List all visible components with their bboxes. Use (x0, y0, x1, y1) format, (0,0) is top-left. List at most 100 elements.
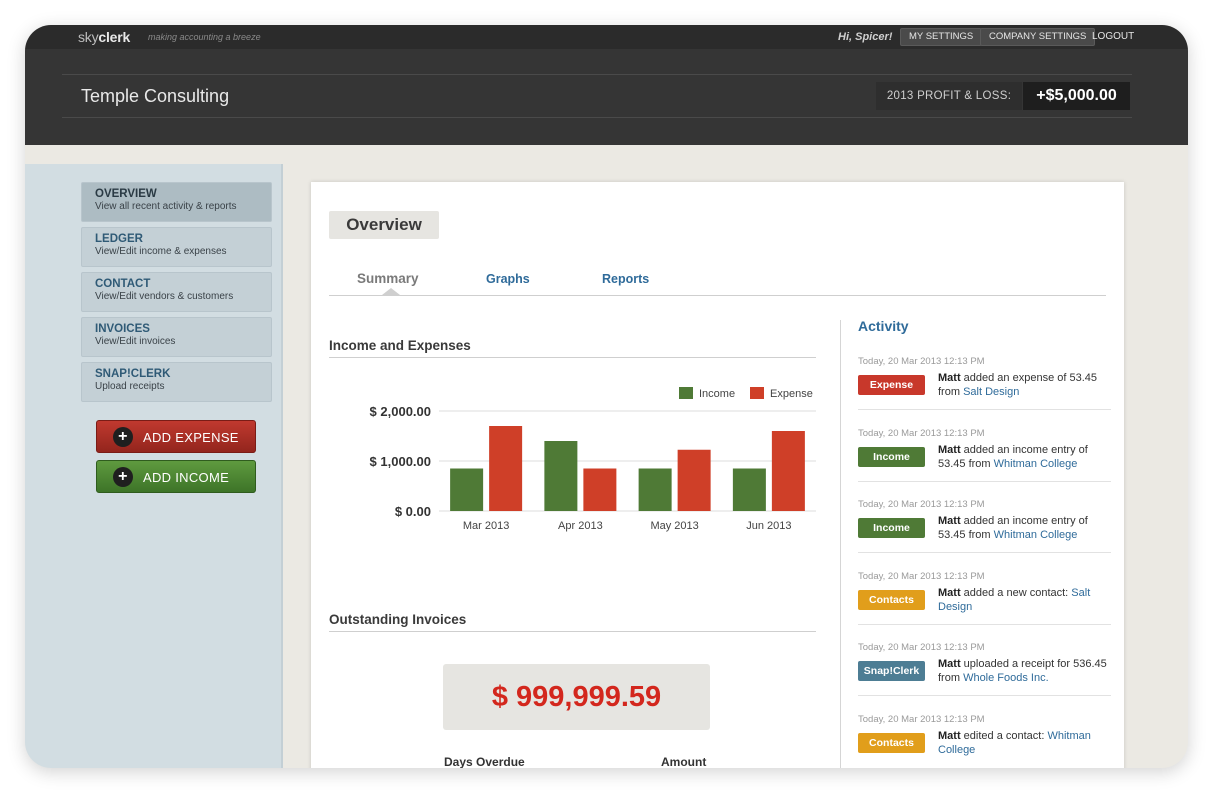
chart-bar-income[interactable] (544, 441, 578, 511)
chart-bar-income[interactable] (450, 468, 484, 512)
activity-link[interactable]: Whitman College (994, 458, 1078, 470)
activity-text: added a new contact: (960, 586, 1072, 599)
sidebar-item-overview[interactable]: OVERVIEW View all recent activity & repo… (81, 182, 272, 222)
tab-divider (329, 295, 1106, 296)
outstanding-invoices-title: Outstanding Invoices (329, 612, 467, 627)
activity-item: Today, 20 Mar 2013 12:13 PM Expense Matt a… (858, 356, 1111, 410)
company-header: Temple Consulting 2013 PROFIT & LOSS: +$… (25, 49, 1188, 145)
my-settings-button[interactable]: MY SETTINGS (900, 28, 983, 46)
company-settings-button[interactable]: COMPANY SETTINGS (980, 28, 1096, 46)
activity-separator (858, 409, 1111, 410)
activity-badge: Contacts (858, 732, 925, 753)
profit-loss-label: 2013 PROFIT & LOSS: (876, 82, 1022, 110)
activity-timestamp: Today, 20 Mar 2013 12:13 PM (858, 356, 985, 367)
sidebar-item-contact[interactable]: CONTACT View/Edit vendors & customers (81, 272, 272, 312)
chart-bar-expense[interactable] (583, 468, 617, 512)
chart-bar-expense[interactable] (677, 449, 711, 511)
add-income-button[interactable]: + ADD INCOME (96, 460, 256, 493)
sidebar-item-subtitle: Upload receipts (95, 381, 165, 392)
plus-icon: + (113, 427, 133, 447)
chart-bar-income[interactable] (638, 468, 672, 512)
activity-link[interactable]: Salt Design (963, 386, 1019, 398)
logout-link[interactable]: LOGOUT (1092, 31, 1134, 42)
chart-xtick-label: May 2013 (650, 520, 698, 532)
activity-badge: Income (858, 446, 925, 467)
sidebar-item-title: LEDGER (95, 233, 143, 245)
plus-icon: + (113, 467, 133, 487)
app-window: skyclerk making accounting a breeze Hi, … (25, 25, 1188, 768)
activity-separator (858, 623, 1111, 625)
activity-separator (858, 695, 1111, 696)
sidebar-item-invoices[interactable]: INVOICES View/Edit invoices (81, 317, 272, 357)
add-expense-label: ADD EXPENSE (143, 430, 239, 445)
sidebar-item-ledger[interactable]: LEDGER View/Edit income & expenses (81, 227, 272, 267)
top-bar: skyclerk making accounting a breeze Hi, … (25, 25, 1188, 49)
activity-badge: Expense (858, 375, 925, 395)
user-greeting: Hi, Spicer! (838, 31, 893, 43)
tab-graphs[interactable]: Graphs (486, 272, 530, 286)
activity-message: Matt added an income entry of 53.45 from… (938, 443, 1108, 471)
activity-link[interactable]: Whole Foods Inc. (963, 672, 1049, 684)
activity-timestamp: Today, 20 Mar 2013 12:13 PM (858, 570, 985, 582)
chart-bar-expense[interactable] (489, 426, 523, 511)
column-divider (840, 320, 841, 768)
chart-bar-income[interactable] (732, 468, 766, 512)
activity-user: Matt (938, 729, 961, 742)
main-card: Overview Summary Graphs Reports Income a… (311, 182, 1124, 768)
activity-message: Matt added an income entry of 53.45 from… (938, 514, 1108, 542)
sidebar-item-title: SNAP!CLERK (95, 368, 171, 380)
section-divider (329, 631, 816, 632)
income-expenses-title: Income and Expenses (329, 338, 471, 353)
activity-user: Matt (938, 586, 961, 599)
activity-message: Matt uploaded a receipt for 536.45 from … (938, 657, 1108, 685)
activity-item: Today, 20 Mar 2013 12:13 PM Income Matt ad… (858, 499, 1111, 553)
chart-bar-expense[interactable] (771, 431, 805, 511)
activity-timestamp: Today, 20 Mar 2013 12:13 PM (858, 713, 985, 725)
chart-ytick-label: $ 1,000.00 (370, 454, 431, 469)
chart-ytick-label: $ 2,000.00 (370, 404, 431, 419)
sidebar: OVERVIEW View all recent activity & repo… (25, 164, 283, 768)
legend-label: Income (699, 388, 735, 400)
profit-loss-value: +$5,000.00 (1023, 82, 1130, 110)
activity-user: Matt (938, 658, 961, 670)
column-header-amount: Amount (661, 755, 707, 768)
add-expense-button[interactable]: + ADD EXPENSE (96, 420, 256, 453)
header-divider (62, 74, 1132, 75)
section-divider (329, 357, 816, 358)
outstanding-total: $ 999,999.59 (443, 664, 710, 730)
legend-label: Expense (770, 388, 813, 400)
activity-title: Activity (858, 318, 909, 334)
legend-swatch (679, 387, 693, 399)
activity-item: Today, 20 Mar 2013 12:13 PM Contacts Matt … (858, 713, 1111, 756)
column-header-days-overdue: Days Overdue (444, 755, 525, 768)
activity-timestamp: Today, 20 Mar 2013 12:13 PM (858, 427, 985, 439)
sidebar-item-subtitle: View/Edit income & expenses (95, 246, 227, 257)
activity-separator (858, 552, 1111, 553)
chart-xtick-label: Apr 2013 (558, 520, 603, 532)
sidebar-item-title: OVERVIEW (95, 188, 157, 200)
activity-link[interactable]: Whitman College (994, 529, 1078, 541)
sidebar-item-snapclerk[interactable]: SNAP!CLERK Upload receipts (81, 362, 272, 402)
activity-timestamp: Today, 20 Mar 2013 12:13 PM (858, 642, 985, 653)
tab-reports[interactable]: Reports (602, 272, 649, 286)
tab-summary[interactable]: Summary (357, 271, 419, 286)
active-tab-indicator (382, 288, 400, 295)
activity-text: edited a contact: (960, 729, 1048, 742)
activity-user: Matt (938, 372, 961, 384)
activity-item: Today, 20 Mar 2013 12:13 PM Snap!Clerk Mat… (858, 642, 1111, 696)
sidebar-item-title: INVOICES (95, 323, 150, 335)
tagline: making accounting a breeze (148, 32, 261, 42)
activity-timestamp: Today, 20 Mar 2013 12:13 PM (858, 499, 985, 510)
activity-separator (858, 480, 1111, 482)
header-divider (62, 117, 1132, 118)
sidebar-item-subtitle: View all recent activity & reports (95, 201, 237, 212)
activity-badge: Contacts (858, 589, 925, 610)
activity-user: Matt (938, 515, 961, 527)
logo[interactable]: skyclerk (78, 29, 130, 45)
activity-badge: Snap!Clerk (858, 661, 925, 681)
sidebar-item-subtitle: View/Edit invoices (95, 336, 176, 347)
sidebar-item-title: CONTACT (95, 278, 151, 290)
chart-ytick-label: $ 0.00 (395, 504, 431, 519)
activity-message: Matt added an expense of 53.45 from Salt… (938, 371, 1108, 399)
chart-xtick-label: Jun 2013 (746, 520, 791, 532)
